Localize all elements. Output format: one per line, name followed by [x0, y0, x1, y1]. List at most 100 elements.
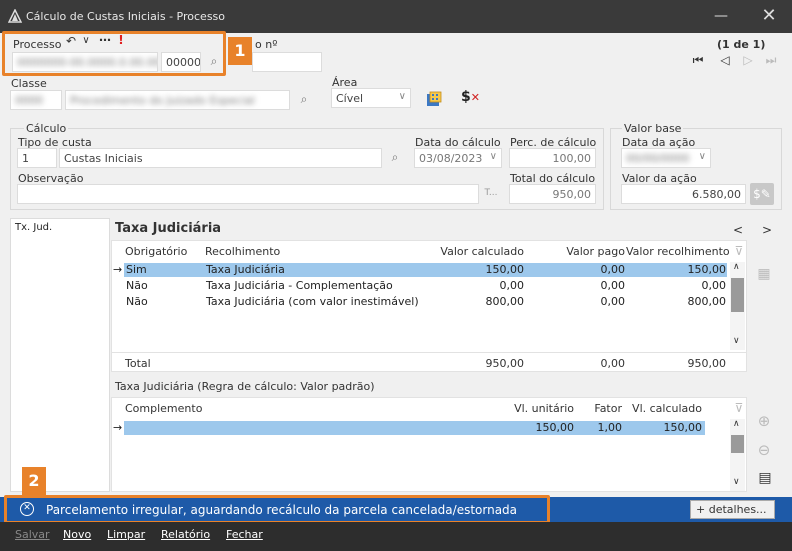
bottom-toolbar: Salvar Novo Limpar Relatório Fechar: [0, 522, 792, 551]
title-bar: Cálculo de Custas Iniciais - Processo — …: [0, 0, 792, 33]
cell-recolhimento: Taxa Judiciária - Complementação: [206, 279, 393, 292]
cell-recolhimento: Taxa Judiciária (com valor inestimável): [206, 295, 419, 308]
list-item[interactable]: Tx. Jud.: [15, 222, 52, 233]
filter-icon[interactable]: ⊽: [733, 244, 745, 258]
report-button[interactable]: Relatório: [161, 528, 210, 541]
app-logo-icon: [8, 9, 22, 23]
current-row-arrow-icon: →: [113, 263, 123, 276]
column-header[interactable]: Obrigatório: [125, 245, 187, 258]
first-record-icon[interactable]: ⏮: [691, 53, 705, 68]
classe-label: Classe: [11, 77, 47, 90]
cell-calculado: 800,00: [485, 295, 525, 308]
annotation-badge-2: 2: [22, 467, 46, 495]
chevron-down-icon: ∨: [398, 91, 406, 102]
data-calculo-field[interactable]: 03/08/2023 ∨: [414, 148, 502, 168]
scroll-thumb[interactable]: [731, 435, 744, 453]
valor-acao-field[interactable]: 6.580,00: [621, 184, 746, 204]
next-record-icon: ▷: [743, 53, 753, 67]
total-calculo-field: 950,00: [509, 184, 596, 204]
calc-number-field[interactable]: [252, 52, 322, 72]
prev-record-icon[interactable]: ◁: [718, 53, 732, 67]
tipo-custa-desc-field[interactable]: Custas Iniciais: [59, 148, 382, 168]
tipo-custa-code-field[interactable]: 1: [17, 148, 57, 168]
total-calculo-value: 950,00: [552, 188, 592, 201]
cell-valor: 800,00: [687, 295, 727, 308]
classe-desc-value: Procedimento do Juizado Especial: [70, 94, 255, 107]
close-button[interactable]: Fechar: [226, 528, 263, 541]
calculo-group-label: Cálculo: [24, 122, 69, 135]
save-button: Salvar: [15, 528, 50, 541]
minimize-icon[interactable]: —: [712, 8, 730, 24]
table-row[interactable]: Não Taxa Judiciária - Complementação 0,0…: [124, 279, 727, 293]
table-row[interactable]: Sim Taxa Judiciária 150,00 0,00 150,00: [124, 263, 727, 277]
calculator-tool-icon[interactable]: [425, 90, 443, 108]
classe-code-field[interactable]: 0000: [10, 90, 62, 110]
table-row[interactable]: 150,00 1,00 150,00: [124, 421, 705, 435]
area-select[interactable]: Cível ∨: [331, 88, 411, 108]
clear-cost-icon[interactable]: $✕: [461, 89, 480, 105]
valor-acao-value: 6.580,00: [692, 188, 741, 201]
cell-calculado: 150,00: [663, 421, 703, 434]
column-header[interactable]: Valor recolhimento: [626, 245, 730, 258]
observacao-field[interactable]: [17, 184, 479, 204]
scroll-up-icon[interactable]: ∧: [733, 262, 740, 272]
cell-fator: 1,00: [597, 421, 623, 434]
calculator-icon[interactable]: ▦: [756, 266, 772, 282]
section-title: Taxa Judiciária: [115, 221, 222, 236]
column-header[interactable]: Fator: [580, 402, 622, 415]
tipo-custa-code: 1: [22, 152, 29, 165]
scroll-up-icon[interactable]: ∧: [733, 419, 740, 429]
scroll-down-icon[interactable]: ∨: [733, 477, 740, 487]
table-row[interactable]: Não Taxa Judiciária (com valor inestimáv…: [124, 295, 727, 309]
data-acao-field[interactable]: 00/00/0000 ∨: [621, 148, 711, 168]
window-title: Cálculo de Custas Iniciais - Processo: [26, 10, 226, 23]
total-divider: [112, 352, 746, 353]
tipo-custa-search-icon[interactable]: ⌕: [387, 150, 403, 165]
edit-document-icon[interactable]: ▤: [756, 470, 774, 486]
column-header[interactable]: Recolhimento: [205, 245, 280, 258]
column-header[interactable]: Vl. calculado: [626, 402, 702, 415]
last-record-icon: ⏭: [765, 53, 777, 67]
cell-obrigatorio: Não: [126, 295, 148, 308]
details-button[interactable]: + detalhes...: [690, 500, 775, 519]
scroll-down-icon[interactable]: ∨: [733, 336, 740, 346]
cell-obrigatorio: Sim: [126, 263, 147, 276]
cell-obrigatorio: Não: [126, 279, 148, 292]
scroll-thumb[interactable]: [731, 278, 744, 312]
calc-number-label: o nº: [255, 38, 278, 51]
left-list: Tx. Jud.: [10, 218, 110, 492]
column-header[interactable]: Valor pago: [550, 245, 625, 258]
column-header[interactable]: Valor calculado: [440, 245, 524, 258]
regra-scrollbar[interactable]: ∧ ∨: [730, 419, 745, 491]
section-prev-icon[interactable]: <: [733, 223, 743, 237]
add-icon[interactable]: ⊕: [755, 412, 773, 430]
data-acao-value: 00/00/0000: [626, 152, 690, 165]
cell-pago: 0,00: [600, 279, 626, 292]
classe-search-icon[interactable]: ⌕: [296, 92, 312, 107]
area-value: Cível: [336, 92, 364, 105]
perc-calculo-value: 100,00: [552, 152, 592, 165]
cell-valor: 0,00: [701, 279, 727, 292]
remove-icon[interactable]: ⊖: [755, 441, 773, 459]
column-header[interactable]: Complemento: [125, 402, 202, 415]
section-next-icon[interactable]: >: [762, 223, 772, 237]
regra-title: Taxa Judiciária (Regra de cálculo: Valor…: [115, 380, 375, 393]
chevron-down-icon: ∨: [489, 151, 497, 162]
perc-calculo-field[interactable]: 100,00: [509, 148, 596, 168]
tipo-custa-desc: Custas Iniciais: [64, 152, 143, 165]
classe-desc-field[interactable]: Procedimento do Juizado Especial: [65, 90, 290, 110]
close-icon[interactable]: ✕: [758, 5, 780, 27]
classe-code-value: 0000: [15, 94, 43, 107]
pager-text: (1 de 1): [717, 38, 766, 51]
filter-icon[interactable]: ⊽: [733, 401, 745, 415]
total-pago: 0,00: [600, 357, 626, 370]
valor-acao-edit-icon[interactable]: $✎: [750, 183, 774, 205]
new-button[interactable]: Novo: [63, 528, 91, 541]
clear-button[interactable]: Limpar: [107, 528, 145, 541]
text-editor-icon[interactable]: T...: [482, 188, 500, 198]
cell-pago: 0,00: [600, 263, 626, 276]
cell-unitario: 150,00: [535, 421, 575, 434]
data-calculo-value: 03/08/2023: [419, 152, 483, 165]
taxa-scrollbar[interactable]: ∧ ∨: [730, 262, 745, 350]
column-header[interactable]: Vl. unitário: [500, 402, 574, 415]
